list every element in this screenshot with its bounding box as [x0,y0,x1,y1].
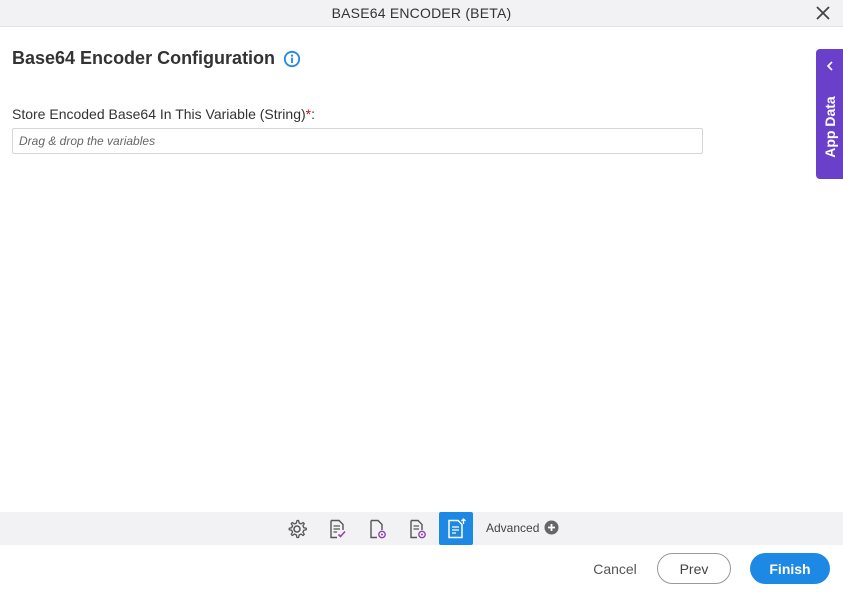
info-button[interactable] [283,50,301,68]
variable-field-label: Store Encoded Base64 In This Variable (S… [12,106,315,122]
cancel-button[interactable]: Cancel [586,553,644,584]
page-title: Base64 Encoder Configuration [12,48,276,68]
plus-circle-icon [544,520,559,535]
title-bar: BASE64 ENCODER (BETA) [0,0,843,27]
close-button[interactable] [813,3,833,23]
chevron-left-icon [826,61,833,71]
finish-button[interactable]: Finish [750,553,830,584]
advanced-label: Advanced [486,520,540,535]
page-heading: Base64 Encoder Configuration [12,48,301,69]
gear-icon [288,519,307,538]
validation-tool[interactable] [320,512,354,545]
variable-drop-input[interactable] [12,128,703,154]
base64-document-icon [448,517,466,538]
document-settings-tool[interactable] [360,512,394,545]
general-settings-tool[interactable] [280,512,314,545]
base64-encoder-tool[interactable] [439,512,473,545]
document-check-icon [330,519,346,538]
step-toolbar: Advanced [0,512,843,545]
document-list-settings-tool[interactable] [400,512,434,545]
field-label-text: Store Encoded Base64 In This Variable (S… [12,106,306,122]
document-gear-icon [370,519,386,538]
close-icon [816,6,830,20]
advanced-toggle[interactable]: Advanced [486,520,559,535]
app-data-tab[interactable]: App Data [816,49,843,179]
field-label-colon: : [311,106,315,122]
info-icon [283,50,301,67]
document-list-gear-icon [410,519,426,538]
prev-button[interactable]: Prev [657,553,731,584]
app-data-label: App Data [821,96,838,158]
window-title: BASE64 ENCODER (BETA) [331,5,512,21]
